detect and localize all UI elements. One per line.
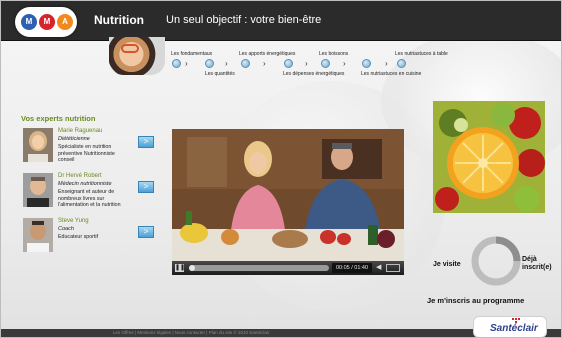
step-node-6[interactable] bbox=[362, 59, 371, 68]
register-button[interactable]: Je m'inscris au programme bbox=[427, 296, 524, 305]
expert-role: Diététicienne bbox=[58, 136, 90, 142]
step-arrow-icon: › bbox=[263, 59, 266, 68]
woman-portrait-icon bbox=[23, 128, 53, 162]
mma-logo[interactable]: M M A bbox=[15, 7, 77, 37]
volume-icon[interactable]: ◀ bbox=[376, 264, 384, 272]
logo-letter-1: M bbox=[21, 14, 37, 30]
footer-links[interactable]: Les Offres | Mentions légales | Nous con… bbox=[113, 330, 269, 335]
signup-ring[interactable] bbox=[469, 234, 523, 288]
step-node-1[interactable] bbox=[172, 59, 181, 68]
expert-description: Enseignant et auteur de nombreux livres … bbox=[58, 189, 121, 208]
orange-glasses-decoration bbox=[121, 44, 139, 53]
expert-role: Médecin nutritionniste bbox=[58, 181, 112, 187]
step-arrow-icon: › bbox=[343, 59, 346, 68]
step-label-depenses[interactable]: Les dépenses énergétiques bbox=[283, 71, 344, 77]
logo-letter-2: M bbox=[39, 14, 55, 30]
expert-photo bbox=[23, 173, 53, 207]
step-label-apports[interactable]: Les apports énergétiques bbox=[239, 51, 295, 57]
page-title: Nutrition bbox=[94, 13, 144, 27]
step-node-7[interactable] bbox=[397, 59, 406, 68]
visit-button[interactable]: Je visite bbox=[433, 261, 461, 268]
video-player[interactable]: ❚❚ 00:05 / 01:40 ◀ bbox=[172, 129, 404, 275]
video-seek-progress bbox=[189, 265, 195, 271]
man-portrait-icon bbox=[23, 173, 53, 207]
app-frame: M M A Nutrition Un seul objectif : votre… bbox=[0, 0, 562, 338]
orange-and-fruits-image bbox=[433, 101, 545, 213]
kitchen-scene-image bbox=[172, 129, 404, 261]
expert-card: Marie Raguenau Diététicienne Spécialiste… bbox=[23, 128, 163, 168]
expert-play-button[interactable]: > bbox=[138, 226, 154, 238]
fullscreen-icon[interactable] bbox=[386, 264, 400, 272]
expert-name: Dr Hervé Robert bbox=[58, 173, 102, 179]
video-controls: ❚❚ 00:05 / 01:40 ◀ bbox=[172, 261, 404, 275]
expert-name: Marie Raguenau bbox=[58, 128, 103, 134]
expert-card: Dr Hervé Robert Médecin nutritionniste E… bbox=[23, 173, 163, 213]
already-registered-button[interactable]: Déjà inscrit(e) bbox=[522, 256, 561, 272]
expert-name: Steve Yung bbox=[58, 218, 89, 224]
santeclair-brand: Santéclair bbox=[490, 323, 538, 334]
header-bar: M M A Nutrition Un seul objectif : votre… bbox=[1, 1, 561, 41]
expert-play-button[interactable]: > bbox=[138, 136, 154, 148]
expert-description: Educateur sportif bbox=[58, 234, 99, 240]
step-arrow-icon: › bbox=[305, 59, 308, 68]
play-pause-icon[interactable]: ❚❚ bbox=[175, 264, 185, 272]
expert-photo bbox=[23, 218, 53, 252]
expert-play-button[interactable]: > bbox=[138, 181, 154, 193]
man-portrait-icon bbox=[23, 218, 53, 252]
step-node-2[interactable] bbox=[205, 59, 214, 68]
expert-card: Steve Yung Coach Educateur sportif > bbox=[23, 218, 163, 254]
video-frame[interactable] bbox=[172, 129, 404, 261]
step-arrow-icon: › bbox=[385, 59, 388, 68]
child-with-glasses-image bbox=[109, 37, 165, 75]
santeclair-logo[interactable]: Santéclair bbox=[473, 316, 547, 337]
step-node-4[interactable] bbox=[284, 59, 293, 68]
expert-description: Spécialiste en nutrition préventive Nutr… bbox=[58, 144, 115, 163]
ring-icon bbox=[471, 236, 521, 286]
step-label-nutriastuces-table[interactable]: Les nutriastuces à table bbox=[395, 51, 448, 57]
step-label-quantites[interactable]: Les quantités bbox=[205, 71, 235, 77]
step-node-5[interactable] bbox=[321, 59, 330, 68]
expert-photo bbox=[23, 128, 53, 162]
expert-role: Coach bbox=[58, 226, 74, 232]
video-time: 00:05 / 01:40 bbox=[332, 263, 372, 273]
step-label-nutriastuces-cuisine[interactable]: Les nutriastuces en cuisine bbox=[361, 71, 421, 77]
step-label-fondamentaux[interactable]: Les fondamentaux bbox=[171, 51, 212, 57]
step-arrow-icon: › bbox=[185, 59, 188, 68]
step-label-boissons[interactable]: Les boissons bbox=[319, 51, 348, 57]
fruit-photo bbox=[433, 101, 545, 213]
step-node-3[interactable] bbox=[241, 59, 250, 68]
page-tagline: Un seul objectif : votre bien-être bbox=[166, 14, 322, 26]
video-seek-bar[interactable] bbox=[189, 265, 329, 271]
logo-letter-3: A bbox=[57, 14, 73, 30]
experts-title: Vos experts nutrition bbox=[21, 114, 96, 123]
step-arrow-icon: › bbox=[225, 59, 228, 68]
